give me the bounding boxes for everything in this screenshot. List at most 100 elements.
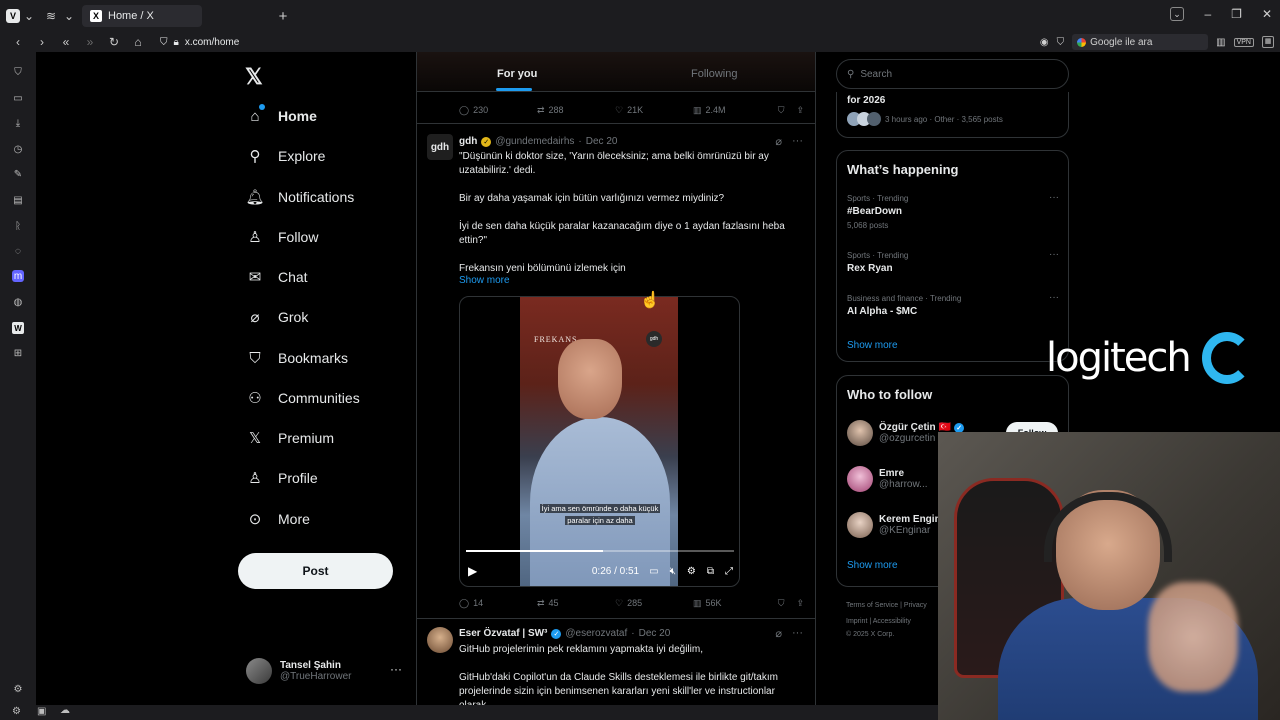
more-horizontal-icon[interactable]: ··· [390, 662, 402, 676]
video-player[interactable]: FREKANS gdh İyi ama sen ömründe o daha k… [459, 296, 740, 587]
views-button[interactable]: ▥ 56K [693, 598, 763, 609]
add-panel-icon[interactable]: ⊞ [12, 347, 24, 359]
x-logo-icon[interactable]: 𝕏 [245, 64, 263, 90]
mute-icon[interactable]: 🔇︎ [670, 566, 676, 577]
broadcast-icon[interactable]: ◉ [1040, 37, 1049, 48]
tweet-author-name[interactable]: gdh [459, 136, 477, 147]
rewind-icon[interactable]: « [54, 35, 78, 49]
accessibility-link[interactable]: Accessibility [873, 618, 911, 625]
search-input[interactable]: ⚲ Search [836, 59, 1069, 89]
reply-button[interactable]: ◯ 230 [459, 105, 537, 116]
nav-follow[interactable]: ♙ Follow [246, 225, 318, 249]
trend-card-partial[interactable]: for 2026 3 hours ago · Other · 3,565 pos… [836, 92, 1069, 138]
trend-item[interactable]: Sports · Trending #BearDown 5,068 posts … [847, 192, 1059, 230]
nav-explore[interactable]: ⚲ Explore [246, 144, 326, 168]
bookmarks-panel-icon[interactable]: ⛉ [12, 66, 24, 78]
mastodon-icon[interactable]: m [12, 270, 24, 282]
captions-icon[interactable]: ▭ [649, 566, 658, 577]
lock-icon[interactable]: 🔒︎ [174, 37, 179, 48]
more-horizontal-icon[interactable]: ··· [792, 135, 803, 148]
more-horizontal-icon[interactable]: ··· [1049, 192, 1059, 203]
nav-bookmarks[interactable]: ⛉ Bookmarks [246, 346, 348, 370]
post-button[interactable]: Post [238, 553, 393, 589]
tweet-date[interactable]: Dec 20 [639, 628, 671, 639]
tab-following[interactable]: Following [691, 68, 737, 80]
tweet-author-name[interactable]: Eser Özvataf | SW³ [459, 628, 547, 639]
like-button[interactable]: ♡ 21K [615, 105, 693, 116]
restore-icon[interactable]: ❐ [1231, 7, 1242, 21]
fullscreen-icon[interactable]: ⤢ [725, 566, 733, 577]
extension-icon[interactable]: ▥ [1216, 37, 1225, 48]
share-icon[interactable]: ⇪ [796, 598, 804, 609]
back-icon[interactable]: ‹ [6, 35, 30, 49]
cloud-icon[interactable]: ☁ [60, 705, 70, 716]
repost-button[interactable]: ⇄ 288 [537, 105, 615, 116]
play-icon[interactable]: ▶ [468, 564, 477, 578]
vivaldi-icon[interactable]: V [6, 9, 20, 23]
tweet-avatar[interactable] [427, 627, 453, 653]
new-tab-icon[interactable]: + [274, 7, 292, 25]
trend-item[interactable]: Sports · Trending Rex Ryan ··· [847, 249, 1059, 274]
tweet-date[interactable]: Dec 20 [586, 136, 618, 147]
tweet-author-handle[interactable]: @gundemedairhs [495, 136, 574, 147]
nav-notifications[interactable]: 🔔︎ Notifications [245, 185, 354, 209]
close-icon[interactable]: ✕ [1262, 7, 1272, 21]
translate-icon[interactable]: ᚱ [12, 220, 24, 232]
like-button[interactable]: ♡ 285 [615, 598, 693, 609]
follow-show-more-link[interactable]: Show more [847, 560, 898, 571]
repost-button[interactable]: ⇄ 45 [537, 598, 615, 609]
bookmark-icon[interactable]: ⛉ [778, 105, 785, 116]
nav-home[interactable]: ⌂ Home [246, 104, 317, 128]
wikipedia-icon[interactable]: W [12, 322, 24, 334]
bookmark-page-icon[interactable]: ⛉ [1057, 37, 1065, 48]
nav-premium[interactable]: 𝕏 Premium [246, 426, 334, 450]
account-switcher[interactable]: Tansel Şahin @TrueHarrower ··· [246, 656, 406, 686]
settings-gear-icon[interactable]: ⚙ [12, 683, 24, 695]
tweet-avatar[interactable]: gdh [427, 134, 453, 160]
tabs-menu-icon[interactable]: ⌄ [1170, 7, 1184, 21]
more-horizontal-icon[interactable]: ··· [1049, 292, 1059, 303]
chat-bubble-icon[interactable]: ◌ [12, 245, 24, 257]
window-icon[interactable]: ▣ [37, 706, 46, 717]
more-horizontal-icon[interactable]: ··· [1049, 249, 1059, 260]
panel-icon[interactable]: ▦ [1262, 36, 1274, 48]
shield-icon[interactable]: ⛉ [160, 37, 168, 48]
nav-grok[interactable]: ⌀ Grok [246, 305, 308, 329]
forward-icon[interactable]: › [30, 35, 54, 49]
pip-icon[interactable]: ⧉ [707, 566, 714, 577]
grok-icon[interactable]: ⌀ [775, 135, 782, 148]
terms-link[interactable]: Terms of Service [846, 602, 898, 609]
trends-show-more-link[interactable]: Show more [847, 340, 898, 351]
url-field[interactable]: ⛉ 🔒︎ x.com/home [160, 37, 239, 48]
web-panel-icon[interactable]: ◍ [12, 296, 24, 308]
tab-for-you[interactable]: For you [497, 68, 537, 80]
google-search-field[interactable]: Google ile ara [1072, 34, 1209, 50]
show-more-link[interactable]: Show more [459, 275, 510, 286]
vpn-badge[interactable]: VPN [1233, 37, 1254, 47]
chevron-down-icon[interactable]: ⌄ [20, 7, 38, 25]
window-panel-icon[interactable]: ▤ [12, 194, 24, 206]
fast-forward-icon[interactable]: » [78, 35, 102, 49]
tab-stack-icon[interactable]: ≋ [42, 7, 60, 25]
notes-icon[interactable]: ✎ [12, 168, 24, 180]
settings-gear-icon[interactable]: ⚙ [12, 706, 21, 717]
video-progress-bar[interactable] [466, 550, 734, 552]
settings-gear-icon[interactable]: ⚙ [687, 566, 696, 577]
trend-item[interactable]: Business and finance · Trending AI Alpha… [847, 292, 1059, 317]
browser-tab[interactable]: X Home / X [82, 5, 202, 27]
reading-list-icon[interactable]: ▭ [12, 92, 24, 104]
share-icon[interactable]: ⇪ [796, 105, 804, 116]
chevron-down-icon[interactable]: ⌄ [60, 7, 78, 25]
downloads-icon[interactable]: ⤓ [12, 117, 24, 129]
nav-profile[interactable]: ♙ Profile [246, 466, 317, 490]
reload-icon[interactable]: ↻ [102, 35, 126, 49]
views-button[interactable]: ▥ 2.4M [693, 105, 763, 116]
more-horizontal-icon[interactable]: ··· [792, 627, 803, 640]
imprint-link[interactable]: Imprint [846, 618, 867, 625]
minimize-icon[interactable]: – [1204, 7, 1211, 21]
nav-communities[interactable]: ⚇ Communities [246, 386, 359, 410]
privacy-link[interactable]: Privacy [904, 602, 927, 609]
nav-more[interactable]: ⊙ More [246, 507, 310, 531]
grok-icon[interactable]: ⌀ [775, 627, 782, 640]
home-icon[interactable]: ⌂ [126, 35, 150, 49]
